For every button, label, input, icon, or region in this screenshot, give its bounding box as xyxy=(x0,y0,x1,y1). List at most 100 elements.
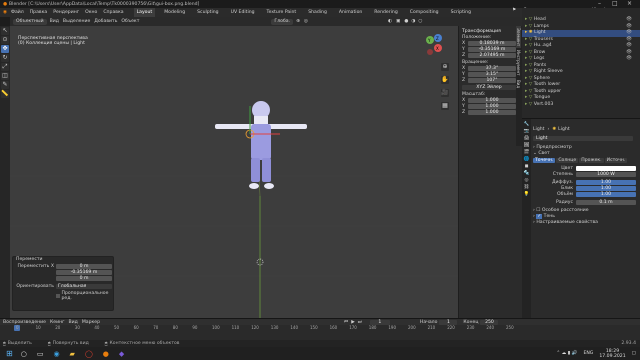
light-datablock-field[interactable]: Light xyxy=(533,136,633,141)
tab-compositing[interactable]: Compositing xyxy=(407,8,442,17)
menu-file[interactable]: Файл xyxy=(11,10,24,15)
redo-move-x-field[interactable]: 0 m xyxy=(56,264,112,269)
light-type-point[interactable]: Точечн. xyxy=(533,158,556,163)
tab-rendering[interactable]: Rendering xyxy=(371,8,400,17)
proportional-icon[interactable]: ◎ xyxy=(304,19,308,24)
edge-icon[interactable]: ◉ xyxy=(53,350,59,358)
output-tab-icon[interactable]: 🖨 xyxy=(524,136,530,141)
play-icon[interactable]: ▶ xyxy=(351,320,355,325)
start-frame-field[interactable]: 1 xyxy=(439,319,458,325)
light-panel-header[interactable]: ⌄ Свет xyxy=(533,151,637,157)
redo-orient-selector[interactable]: Глобальная xyxy=(56,284,112,289)
shadow-checkbox[interactable]: ✓ xyxy=(536,214,543,219)
explorer-icon[interactable]: ▰ xyxy=(70,350,75,358)
constraints-tab-icon[interactable]: ⛓ xyxy=(524,185,530,190)
rot-y-field[interactable]: 3.15° xyxy=(468,72,516,77)
measure-tool-icon[interactable]: 📏 xyxy=(1,90,9,98)
camera-view-icon[interactable]: 🎥 xyxy=(441,89,449,97)
npanel-tab-view[interactable]: Вид xyxy=(516,78,521,90)
snap-icon[interactable]: ⊕ xyxy=(296,19,300,24)
menu-render[interactable]: Рендеринг xyxy=(53,10,79,15)
npanel-tab-item[interactable]: Элемент xyxy=(516,26,521,49)
3d-viewport[interactable]: Перспективная перспектива (0) Коллекция … xyxy=(10,26,458,318)
cursor-tool-icon[interactable]: ⊙ xyxy=(1,36,9,44)
redo-panel-title[interactable]: Перемести xyxy=(13,257,113,263)
tab-layout[interactable]: Layout xyxy=(133,8,156,17)
light-data-tab-icon[interactable]: 💡 xyxy=(524,192,530,197)
mode-selector[interactable]: Объектный xyxy=(13,18,47,25)
blender-taskbar-icon[interactable]: ● xyxy=(103,350,109,358)
npanel-tab-tool[interactable]: Инструмент xyxy=(516,48,521,77)
loc-y-field[interactable]: -0.35169 m xyxy=(468,47,516,52)
pan-icon[interactable]: ✋ xyxy=(441,76,449,84)
world-tab-icon[interactable]: 🌐 xyxy=(524,157,530,162)
menu-edit[interactable]: Правка xyxy=(30,10,47,15)
scale-x-field[interactable]: 1.000 xyxy=(468,98,516,103)
minimize-button[interactable]: – xyxy=(598,0,601,7)
rot-x-field[interactable]: 37.3° xyxy=(468,66,516,71)
light-type-spot[interactable]: Прожек. xyxy=(579,158,604,163)
close-button[interactable]: × xyxy=(627,0,632,7)
specular-slider[interactable]: 1.00 xyxy=(576,186,636,191)
tab-modeling[interactable]: Modeling xyxy=(161,8,188,17)
loc-z-field[interactable]: 2.07495 m xyxy=(468,53,516,58)
scene-tab-icon[interactable]: 🎬 xyxy=(524,150,530,155)
physics-tab-icon[interactable]: ◎ xyxy=(524,178,528,183)
menu-help[interactable]: Справка xyxy=(103,10,123,15)
tab-uv-editing[interactable]: UV Editing xyxy=(228,8,258,17)
view-layer-tab-icon[interactable]: 🖼 xyxy=(524,143,530,148)
redo-move-z-field[interactable]: 0 m xyxy=(56,276,112,281)
eye-icon[interactable]: 👁 xyxy=(626,56,638,63)
ortho-toggle-icon[interactable]: ▦ xyxy=(441,102,449,110)
timeline-marker-menu[interactable]: Маркер xyxy=(82,320,100,325)
blender-menu-icon[interactable]: ◉ xyxy=(3,10,7,15)
timeline-keying-menu[interactable]: Кеинг xyxy=(50,320,65,325)
scale-tool-icon[interactable]: ⤢ xyxy=(1,63,9,71)
light-type-area[interactable]: Источн. xyxy=(604,158,628,163)
object-tab-icon[interactable]: ◼ xyxy=(525,164,529,169)
end-frame-field[interactable]: 250 xyxy=(480,319,499,325)
scale-z-field[interactable]: 1.000 xyxy=(468,110,516,115)
redo-move-y-field[interactable]: -0.35169 m xyxy=(56,270,112,275)
rotate-tool-icon[interactable]: ↻ xyxy=(1,54,9,62)
overlay-icon[interactable]: ◐ xyxy=(388,19,392,24)
rot-z-field[interactable]: 107° xyxy=(468,78,516,83)
modifiers-tab-icon[interactable]: 🔩 xyxy=(524,171,530,176)
menu-object[interactable]: Объект xyxy=(121,19,139,24)
maximize-button[interactable]: □ xyxy=(612,0,618,7)
xray-icon[interactable]: ▣ xyxy=(396,19,400,24)
shading-render-icon[interactable]: ○ xyxy=(418,19,422,24)
current-frame-field[interactable]: 1 xyxy=(369,319,390,325)
annotate-tool-icon[interactable]: ✎ xyxy=(1,81,9,89)
shading-material-icon[interactable]: ◑ xyxy=(411,19,415,24)
rotation-mode-selector[interactable]: XYZ Эйлер xyxy=(462,85,516,90)
task-view-icon[interactable]: ▭ xyxy=(37,350,44,358)
menu-window[interactable]: Окно xyxy=(85,10,97,15)
timeline-playback-menu[interactable]: Воспроизведение xyxy=(3,320,46,325)
tab-sculpting[interactable]: Sculpting xyxy=(194,8,221,17)
input-language[interactable]: ENG xyxy=(583,351,593,356)
light-type-sun[interactable]: Солнце xyxy=(556,158,579,163)
volume-slider[interactable]: 1.00 xyxy=(576,192,636,197)
jump-end-icon[interactable]: ⏭ xyxy=(358,319,362,325)
search-icon[interactable]: ○ xyxy=(21,350,27,358)
menu-select[interactable]: Выделение xyxy=(63,19,90,24)
pivot-selector[interactable]: Глоба. xyxy=(271,18,294,25)
tab-animation[interactable]: Animation xyxy=(336,8,365,17)
menu-view[interactable]: Вид xyxy=(50,19,59,24)
timeline-view-menu[interactable]: Вид xyxy=(69,320,78,325)
tab-shading[interactable]: Shading xyxy=(305,8,330,17)
diffuse-slider[interactable]: 1.00 xyxy=(576,180,636,185)
notifications-icon[interactable]: ▢ xyxy=(632,351,636,356)
scale-y-field[interactable]: 1.000 xyxy=(468,104,516,109)
proportional-checkbox[interactable] xyxy=(56,294,60,298)
transform-tool-icon[interactable]: ◫ xyxy=(1,72,9,80)
power-field[interactable]: 1000 W xyxy=(576,172,636,177)
tab-scripting[interactable]: Scripting xyxy=(448,8,474,17)
clock[interactable]: 18:29 17.09.2021 xyxy=(599,349,625,359)
app-icon[interactable]: ◆ xyxy=(119,350,124,358)
windows-start-icon[interactable]: ⊞ xyxy=(6,349,13,358)
tray-icons[interactable]: ⌃ ☁ ▮ 🔊 xyxy=(556,351,577,356)
radius-field[interactable]: 0.1 m xyxy=(576,200,636,205)
custom-props-panel[interactable]: › Настраиваемые свойства xyxy=(533,220,637,226)
